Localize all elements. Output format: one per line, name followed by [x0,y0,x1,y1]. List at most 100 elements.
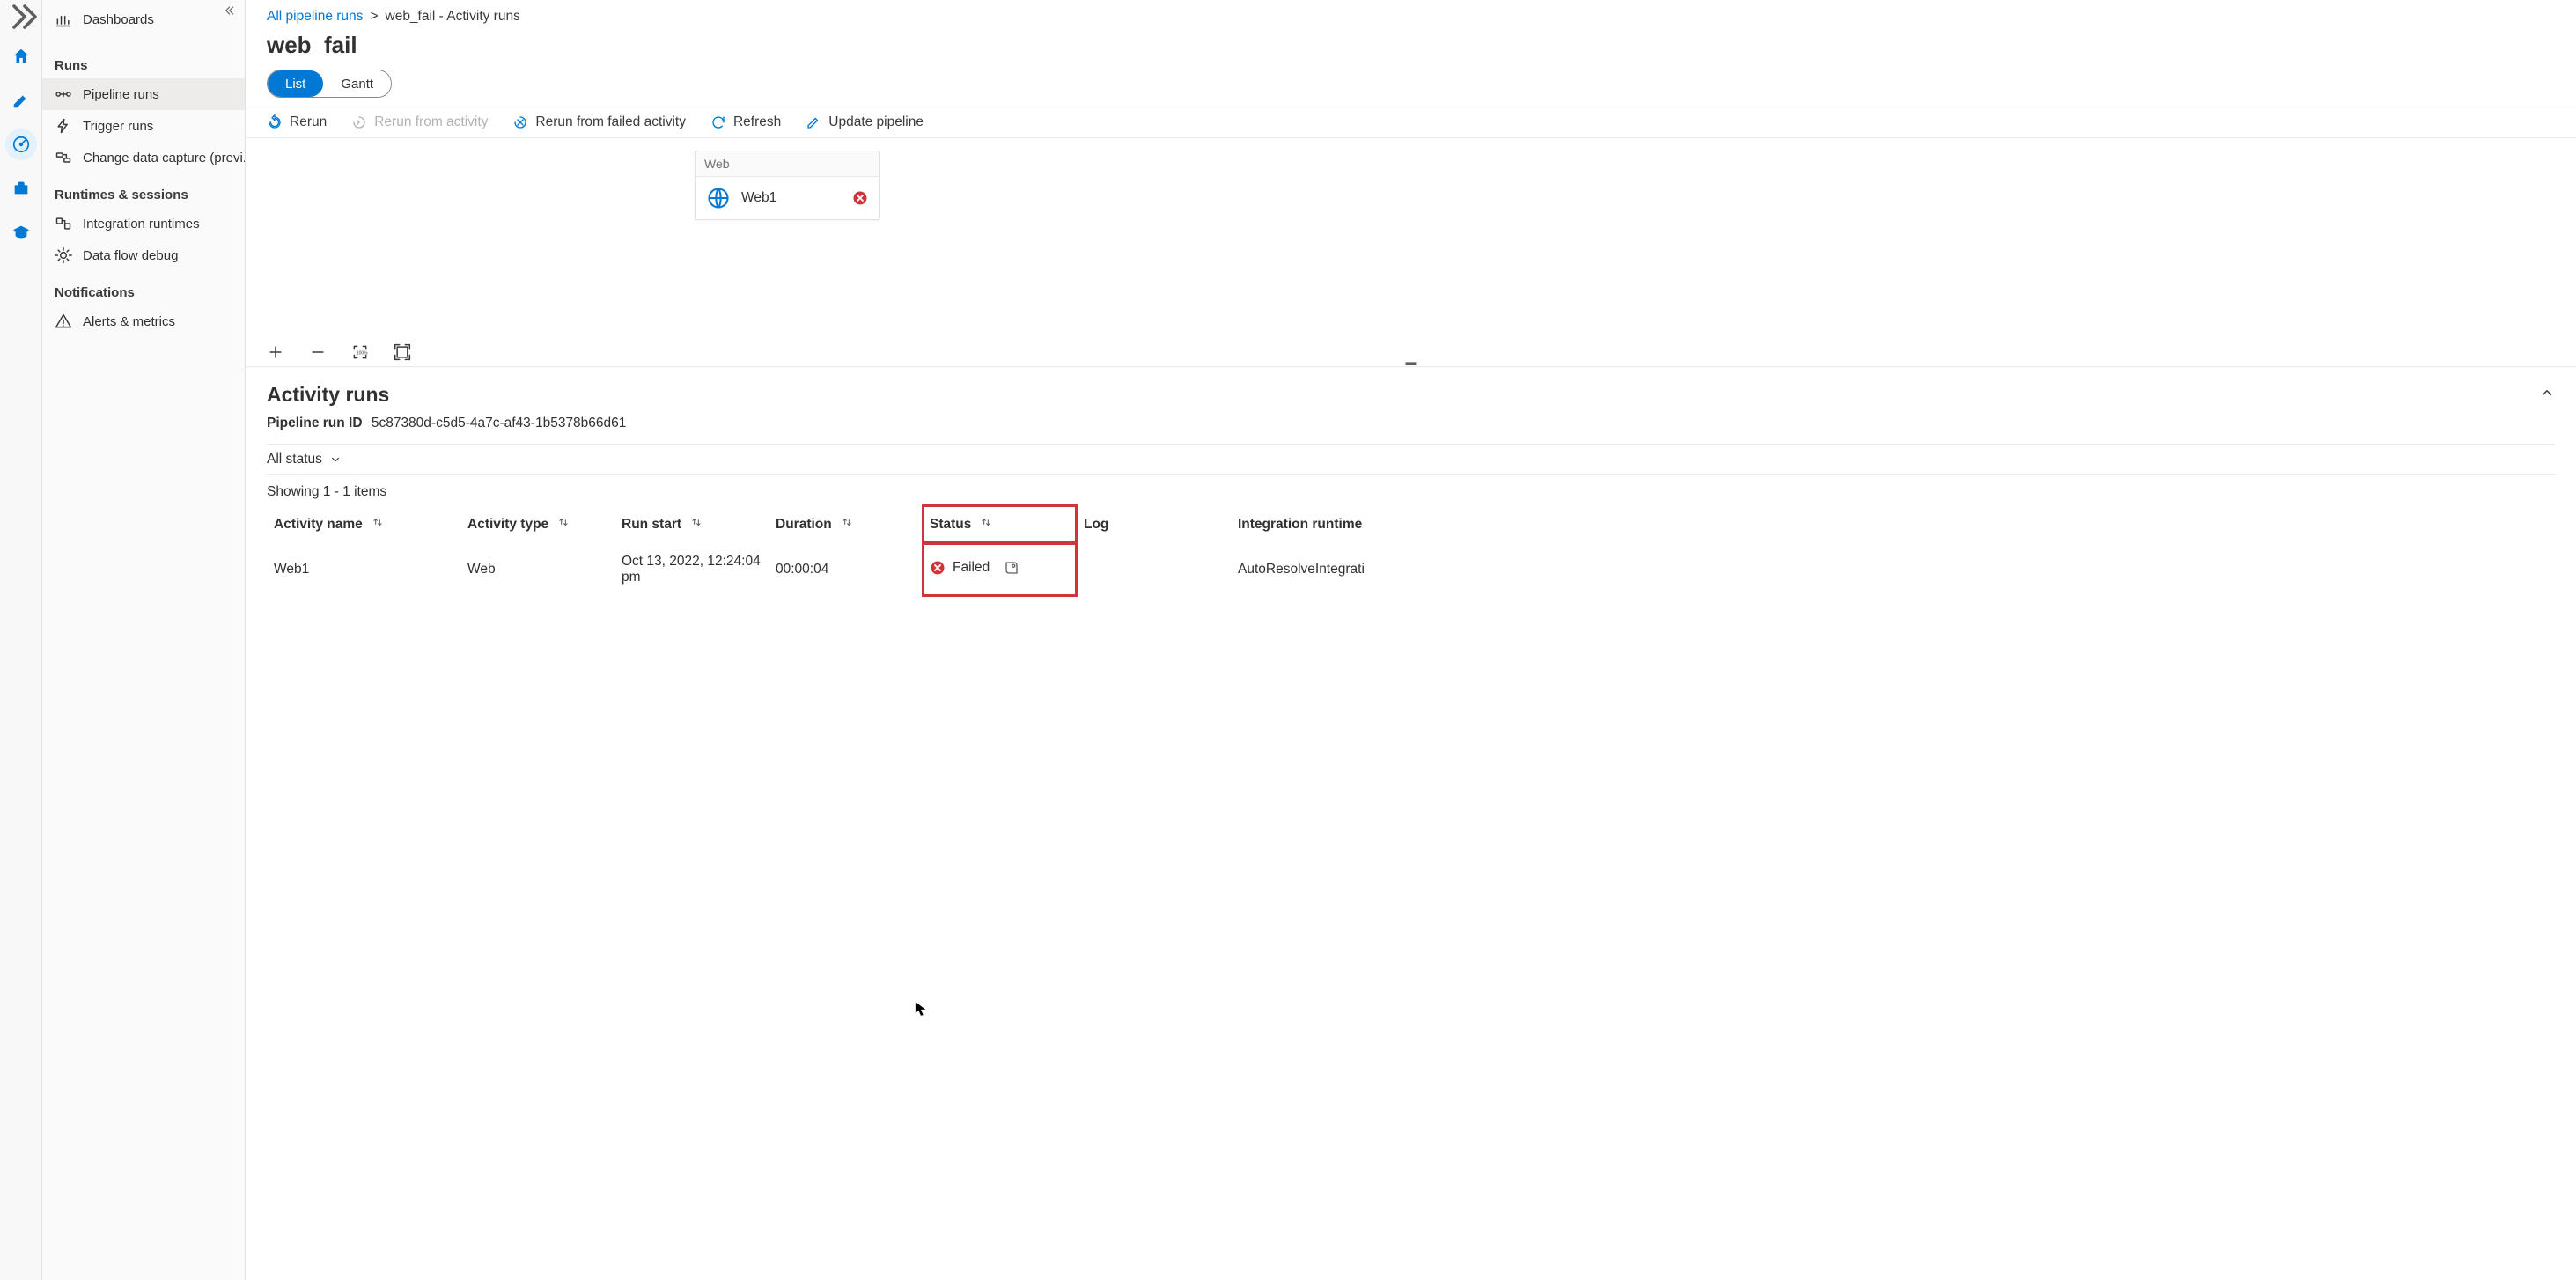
col-duration[interactable]: Duration [769,505,923,543]
expand-rail-button[interactable] [0,5,42,28]
minus-icon [309,343,327,361]
refresh-button[interactable]: Refresh [710,114,781,130]
sidebar-item-alerts-metrics[interactable]: Alerts & metrics [42,305,245,337]
failed-status-icon [930,560,946,576]
toolbar: Rerun Rerun from activity Rerun from fai… [246,107,2576,138]
rail-monitor[interactable] [5,129,37,160]
rerun-activity-icon [351,114,367,130]
col-status[interactable]: Status [923,505,1077,543]
sidebar-item-dataflow-debug[interactable]: Data flow debug [42,239,245,271]
toolbar-label: Rerun from failed activity [535,114,686,130]
view-tabs: List Gantt [246,70,2576,107]
sidebar: Dashboards Runs Pipeline runs Trigger ru… [42,0,246,1280]
sort-icon [690,516,706,528]
cell-run-start: Oct 13, 2022, 12:24:04 pm [615,543,769,596]
breadcrumb-root-link[interactable]: All pipeline runs [267,9,363,25]
table-row[interactable]: Web1 Web Oct 13, 2022, 12:24:04 pm 00:00… [267,543,2555,596]
cell-log [1077,543,1231,596]
zoom-fit-button[interactable] [394,343,411,361]
collapse-sidebar-button[interactable] [224,4,238,22]
col-integration-runtime[interactable]: Integration runtime [1231,505,2555,543]
sidebar-heading-runs: Runs [42,44,245,78]
pipeline-icon [55,85,72,103]
runtime-icon [55,215,72,232]
toolbar-label: Refresh [733,114,781,130]
sidebar-item-integration-runtimes[interactable]: Integration runtimes [42,208,245,239]
chevron-up-icon [2539,385,2555,401]
sidebar-item-cdc[interactable]: Change data capture (previ... [42,142,245,173]
edit-icon [806,114,821,130]
rail-learn[interactable] [5,217,37,248]
cell-activity-type: Web [460,543,615,596]
rerun-from-failed-button[interactable]: Rerun from failed activity [512,114,686,130]
sidebar-item-label: Pipeline runs [83,87,159,102]
activity-node[interactable]: Web Web1 [695,151,880,220]
failed-status-icon [852,190,868,206]
rail-author[interactable] [5,85,37,116]
rerun-failed-icon [512,114,528,130]
dashboard-icon [55,11,72,28]
run-id-value: 5c87380d-c5d5-4a7c-af43-1b5378b66d61 [372,416,627,430]
col-activity-name[interactable]: Activity name [267,505,460,543]
chevron-down-icon [329,453,342,466]
rerun-button[interactable]: Rerun [267,114,327,130]
sidebar-item-label: Data flow debug [83,248,178,263]
status-filter-label: All status [267,452,322,467]
activity-node-name: Web1 [741,190,842,206]
toolbox-icon [11,179,31,198]
plus-icon [267,343,284,361]
sort-icon [841,516,857,528]
col-activity-type[interactable]: Activity type [460,505,615,543]
tab-list[interactable]: List [268,70,323,97]
col-log[interactable]: Log [1077,505,1231,543]
cell-integration-runtime: AutoResolveIntegrati [1231,543,2555,596]
col-label: Duration [776,517,832,532]
trigger-icon [55,117,72,135]
sidebar-item-dashboards[interactable]: Dashboards [42,4,245,35]
col-label: Log [1084,517,1108,532]
left-rail [0,0,42,1280]
col-label: Activity type [467,517,548,532]
gauge-icon [11,135,31,154]
zoom-reset-button[interactable]: 100% [351,343,369,361]
sidebar-item-label: Trigger runs [83,119,153,134]
rail-manage[interactable] [5,173,37,204]
canvas-zoom-tools: 100% [267,343,411,361]
update-pipeline-button[interactable]: Update pipeline [806,114,924,130]
sidebar-item-trigger-runs[interactable]: Trigger runs [42,110,245,142]
chevrons-left-icon [224,4,238,18]
mouse-cursor-icon [915,1001,927,1017]
fit-icon [394,343,411,361]
tab-gantt[interactable]: Gantt [323,70,391,97]
sort-icon [980,516,996,528]
toolbar-label: Rerun [290,114,327,130]
sidebar-heading-runtimes: Runtimes & sessions [42,173,245,208]
col-run-start[interactable]: Run start [615,505,769,543]
zoom-in-button[interactable] [267,343,284,361]
pipeline-canvas[interactable]: Web Web1 100% ▬ [246,138,2576,367]
activity-runs-section: Activity runs Pipeline run ID 5c87380d-c… [246,367,2576,596]
col-label: Integration runtime [1238,517,1362,532]
rail-home[interactable] [5,40,37,72]
cdc-icon [55,149,72,166]
splitter-handle[interactable]: ▬ [1406,356,1417,368]
error-details-icon[interactable] [1004,560,1019,576]
sidebar-item-label: Integration runtimes [83,217,200,232]
col-label: Activity name [274,517,363,532]
cell-activity-name: Web1 [267,543,460,596]
col-label: Status [930,517,971,532]
activity-runs-title: Activity runs [267,383,389,407]
breadcrumb: All pipeline runs > web_fail - Activity … [246,0,2576,25]
zoom-out-button[interactable] [309,343,327,361]
collapse-section-button[interactable] [2539,385,2555,405]
main-content: All pipeline runs > web_fail - Activity … [246,0,2576,1280]
cell-duration: 00:00:04 [769,543,923,596]
graduation-cap-icon [11,223,31,242]
pencil-icon [11,91,31,110]
sidebar-item-pipeline-runs[interactable]: Pipeline runs [42,78,245,110]
status-filter-dropdown[interactable]: All status [267,452,342,467]
home-icon [11,47,31,66]
rerun-icon [267,114,283,130]
sort-icon [372,516,387,528]
sidebar-item-label: Change data capture (previ... [83,151,245,166]
